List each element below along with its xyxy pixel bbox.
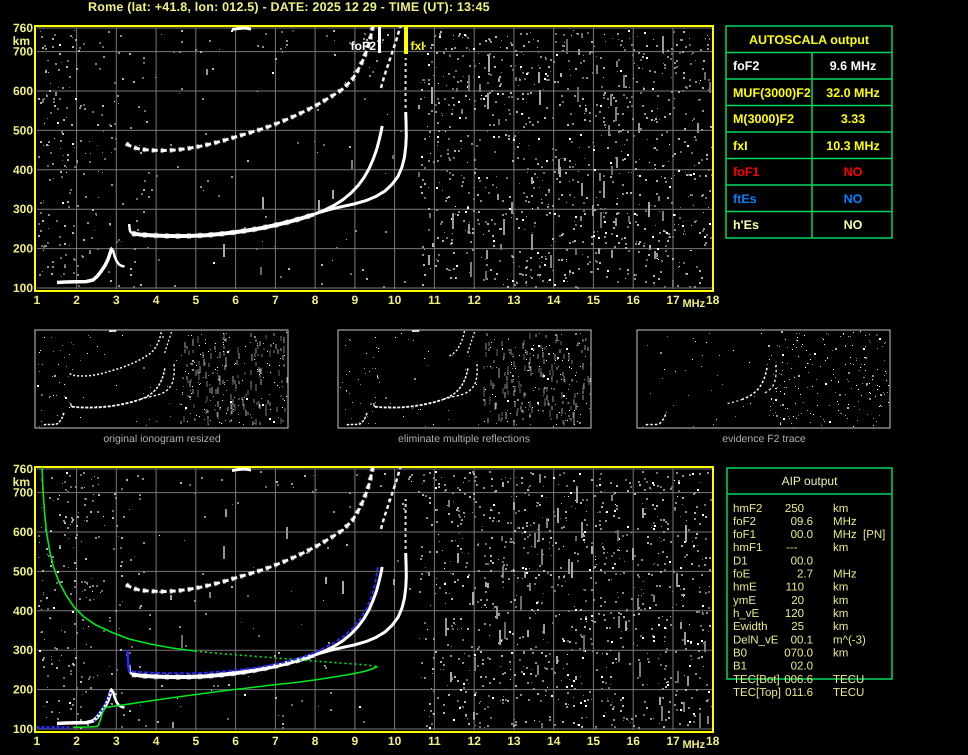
- svg-text:070.0: 070.0: [784, 647, 813, 659]
- svg-text:km: km: [833, 503, 848, 515]
- svg-text:32.0 MHz: 32.0 MHz: [826, 86, 880, 100]
- svg-text:NO: NO: [844, 192, 863, 206]
- svg-text:MHz: MHz: [833, 516, 857, 528]
- svg-text:9.6 MHz: 9.6 MHz: [830, 59, 877, 73]
- svg-text:original ionogram resized: original ionogram resized: [103, 433, 220, 445]
- svg-text:[PN]: [PN]: [863, 529, 885, 541]
- svg-text:120: 120: [785, 608, 804, 620]
- svg-text:m^(-3): m^(-3): [833, 634, 866, 646]
- svg-text:fxI: fxI: [733, 139, 748, 153]
- svg-text:D1: D1: [733, 555, 748, 567]
- svg-text:hmE: hmE: [733, 582, 757, 594]
- svg-text:09.6: 09.6: [791, 516, 813, 528]
- svg-text:MHz: MHz: [833, 569, 857, 581]
- svg-text:hmF2: hmF2: [733, 503, 762, 515]
- svg-text:02.0: 02.0: [791, 661, 813, 673]
- svg-text:M(3000)F2: M(3000)F2: [733, 112, 794, 126]
- svg-text:110: 110: [786, 582, 804, 594]
- svg-text:B0: B0: [733, 647, 747, 659]
- svg-text:AUTOSCALA output: AUTOSCALA output: [749, 33, 870, 47]
- svg-text:km: km: [833, 595, 848, 607]
- svg-text:250: 250: [785, 503, 804, 515]
- svg-text:00.0: 00.0: [791, 555, 813, 567]
- svg-text:2.7: 2.7: [797, 569, 813, 581]
- svg-text:3.33: 3.33: [841, 112, 865, 126]
- svg-text:10.3 MHz: 10.3 MHz: [826, 139, 880, 153]
- svg-text:ftEs: ftEs: [733, 192, 757, 206]
- svg-text:evidence F2 trace: evidence F2 trace: [722, 433, 806, 445]
- svg-text:foF1: foF1: [733, 165, 759, 179]
- svg-text:011.6: 011.6: [785, 687, 813, 699]
- svg-text:NO: NO: [844, 165, 863, 179]
- svg-text:25: 25: [791, 621, 804, 633]
- svg-text:km: km: [833, 621, 848, 633]
- svg-text:eliminate multiple reflections: eliminate multiple reflections: [398, 433, 530, 445]
- svg-text:hmF1: hmF1: [733, 542, 762, 554]
- svg-text:006.6: 006.6: [784, 674, 813, 686]
- svg-text:B1: B1: [733, 661, 747, 673]
- svg-text:MHz: MHz: [833, 529, 857, 541]
- svg-text:MUF(3000)F2: MUF(3000)F2: [733, 86, 811, 100]
- svg-text:00.0: 00.0: [791, 529, 813, 541]
- svg-text:h'Es: h'Es: [733, 218, 759, 232]
- svg-text:ymE: ymE: [733, 595, 756, 607]
- svg-text:AIP output: AIP output: [782, 474, 838, 488]
- svg-text:00.1: 00.1: [791, 634, 813, 646]
- svg-text:foF2: foF2: [733, 59, 759, 73]
- svg-text:TECU: TECU: [833, 687, 864, 699]
- svg-text:TECU: TECU: [833, 674, 864, 686]
- svg-text:DelN_vE: DelN_vE: [733, 634, 779, 646]
- svg-text:TEC[Top]: TEC[Top]: [733, 687, 781, 699]
- svg-text:h_vE: h_vE: [733, 608, 760, 620]
- svg-text:Ewidth: Ewidth: [733, 621, 768, 633]
- svg-text:foF1: foF1: [733, 529, 756, 541]
- svg-text:TEC[Bot]: TEC[Bot]: [733, 674, 780, 686]
- svg-text:foE: foE: [733, 569, 751, 581]
- svg-text:NO: NO: [844, 218, 863, 232]
- svg-text:foF2: foF2: [733, 516, 756, 528]
- svg-text:---: ---: [786, 542, 798, 554]
- svg-text:20: 20: [791, 595, 804, 607]
- svg-text:km: km: [833, 542, 848, 554]
- svg-text:km: km: [833, 647, 848, 659]
- svg-text:km: km: [833, 582, 848, 594]
- svg-text:km: km: [833, 608, 848, 620]
